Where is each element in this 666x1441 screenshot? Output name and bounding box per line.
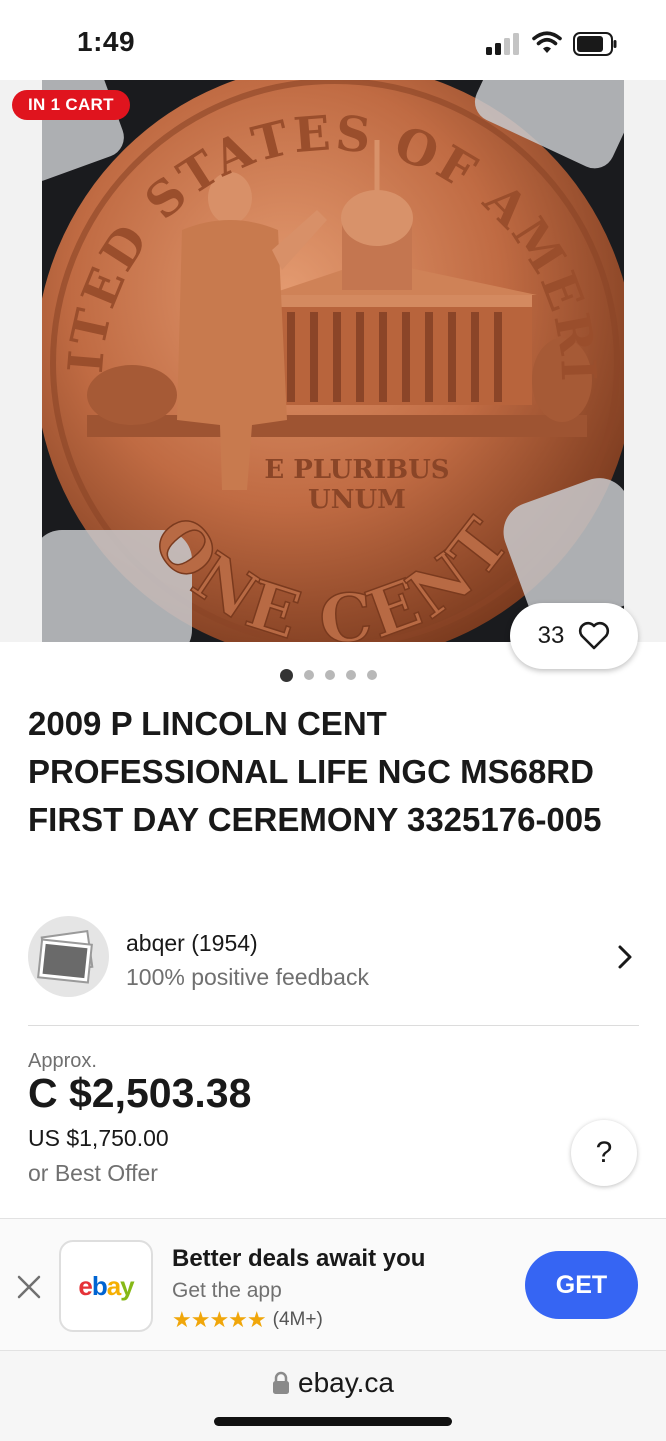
in-cart-badge: IN 1 CART <box>12 90 130 120</box>
star-rating-icons: ★★★★★ <box>172 1307 267 1332</box>
status-bar: 1:49 <box>0 0 666 80</box>
cellular-signal-icon <box>486 33 520 55</box>
heart-icon <box>579 621 610 650</box>
coin-photo[interactable]: UNITED STATES OF AMERICA E PLURIBUS UNUM… <box>42 80 624 642</box>
get-app-button[interactable]: GET <box>525 1251 638 1319</box>
banner-subtitle: Get the app <box>172 1279 282 1302</box>
seller-card[interactable]: abqer (1954) 100% positive feedback <box>28 916 640 998</box>
wifi-icon <box>532 31 562 53</box>
pagination-dot-active[interactable] <box>280 668 293 682</box>
url-display[interactable]: ebay.ca <box>0 1367 666 1399</box>
app-install-banner: ebay Better deals await you Get the app … <box>0 1218 666 1351</box>
rating-count: (4M+) <box>272 1309 323 1330</box>
seller-name: abqer (1954) <box>126 930 258 956</box>
pagination-dot[interactable] <box>304 670 314 680</box>
help-button[interactable]: ? <box>571 1120 637 1186</box>
photo-placeholder-icon <box>37 929 94 984</box>
seller-feedback: 100% positive feedback <box>126 964 369 990</box>
browser-url-bar[interactable]: ebay.ca <box>0 1350 666 1441</box>
coin-motto-line1: E PLURIBUS <box>264 455 449 485</box>
seller-avatar <box>28 916 109 997</box>
pagination-dot[interactable] <box>346 670 356 680</box>
app-rating: ★★★★★ (4M+) <box>172 1307 323 1333</box>
pagination-dot[interactable] <box>367 670 377 680</box>
chevron-right-icon <box>618 945 632 969</box>
pagination-dot[interactable] <box>325 670 335 680</box>
url-text: ebay.ca <box>298 1367 394 1398</box>
listing-title: 2009 P LINCOLN CENT PROFESSIONAL LIFE NG… <box>28 705 602 838</box>
close-icon[interactable] <box>16 1274 42 1300</box>
coin-motto-line2: UNUM <box>308 485 406 515</box>
banner-title: Better deals await you <box>172 1245 426 1272</box>
battery-icon <box>573 32 617 56</box>
ebay-logo: ebay <box>59 1240 153 1332</box>
watch-button[interactable]: 33 <box>510 603 638 669</box>
converted-price: C $2,503.38 <box>28 1070 252 1116</box>
best-offer-text: or Best Offer <box>28 1160 158 1186</box>
watch-count: 33 <box>537 622 565 649</box>
status-time: 1:49 <box>77 26 136 57</box>
image-pagination[interactable] <box>280 668 377 682</box>
image-gallery[interactable]: UNITED STATES OF AMERICA E PLURIBUS UNUM… <box>0 80 666 642</box>
original-price: US $1,750.00 <box>28 1125 169 1151</box>
lock-icon <box>273 1371 289 1394</box>
divider <box>28 1025 639 1026</box>
home-indicator[interactable] <box>214 1417 452 1426</box>
